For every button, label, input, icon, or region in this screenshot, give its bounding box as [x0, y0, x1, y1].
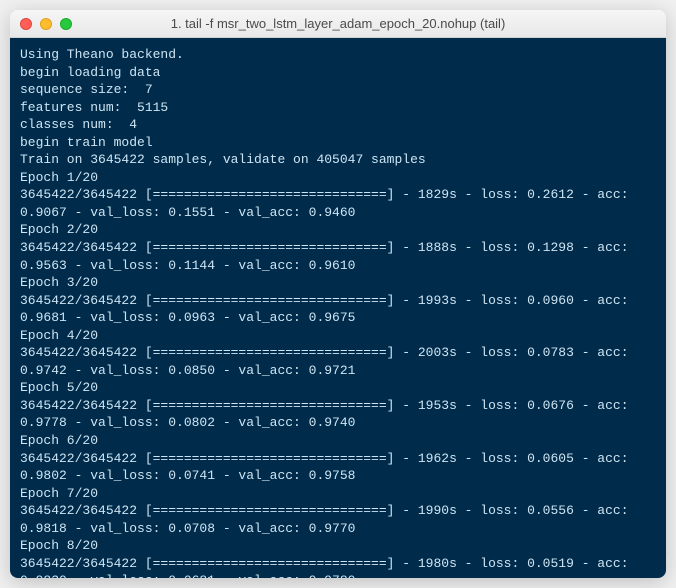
- minimize-icon[interactable]: [40, 18, 52, 30]
- maximize-icon[interactable]: [60, 18, 72, 30]
- titlebar[interactable]: 1. tail -f msr_two_lstm_layer_adam_epoch…: [10, 10, 666, 38]
- traffic-lights: [20, 18, 72, 30]
- terminal-window: 1. tail -f msr_two_lstm_layer_adam_epoch…: [10, 10, 666, 578]
- close-icon[interactable]: [20, 18, 32, 30]
- terminal-output[interactable]: Using Theano backend. begin loading data…: [10, 38, 666, 578]
- window-title: 1. tail -f msr_two_lstm_layer_adam_epoch…: [20, 16, 656, 31]
